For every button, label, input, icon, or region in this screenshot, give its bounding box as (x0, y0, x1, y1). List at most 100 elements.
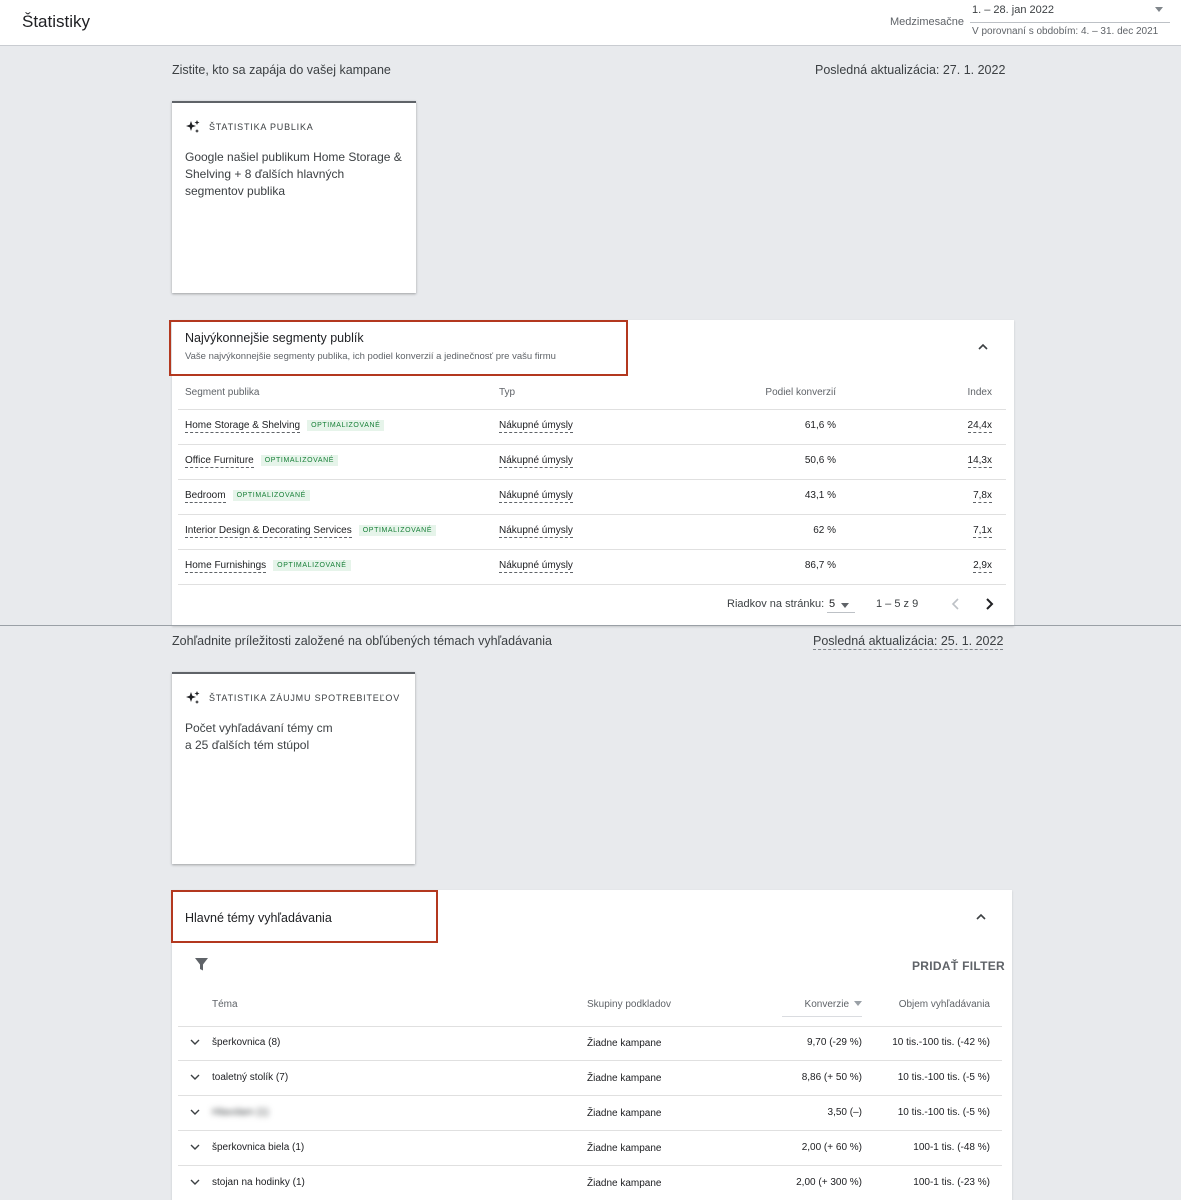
date-range[interactable]: 1. – 28. jan 2022 (972, 4, 1054, 16)
chevron-right-icon[interactable] (984, 598, 994, 610)
card-body: Google našiel publikum Home Storage & Sh… (185, 150, 402, 198)
topic-name[interactable]: šperkovnica (8) (212, 1037, 280, 1048)
conversion-share: 50,6 % (804, 455, 836, 466)
col-header-segment[interactable]: Segment publika (185, 387, 260, 398)
segment-type[interactable]: Nákupné úmysly (499, 560, 573, 573)
add-filter-button[interactable]: PRIDAŤ FILTER (912, 959, 1005, 973)
section-heading-audience: Zistite, kto sa zapája do vašej kampane (172, 63, 391, 77)
row-divider (178, 1026, 1002, 1027)
row-divider (178, 514, 1006, 515)
rows-per-page-label: Riadkov na stránku: (727, 598, 825, 610)
segment-index[interactable]: 7,1x (973, 525, 992, 538)
compare-range: V porovnaní s obdobím: 4. – 31. dec 2021 (972, 26, 1159, 37)
topic-name-blurred[interactable]: Hlavolam (1) (212, 1107, 269, 1118)
segment-link[interactable]: Office Furniture (185, 455, 254, 468)
highlight-box (171, 890, 438, 943)
optimized-badge: OPTIMALIZOVANÉ (273, 560, 351, 571)
chevron-down-icon[interactable] (190, 1038, 200, 1046)
conversion-share: 62 % (813, 525, 836, 536)
segment-link[interactable]: Interior Design & Decorating Services (185, 525, 352, 538)
segment-name[interactable]: Home Furnishings OPTIMALIZOVANÉ (185, 560, 351, 573)
col-header-topic[interactable]: Téma (212, 999, 238, 1010)
conversions-value: 2,00 (+ 60 %) (801, 1142, 862, 1153)
segment-index[interactable]: 2,9x (973, 560, 992, 573)
optimized-badge: OPTIMALIZOVANÉ (358, 525, 437, 536)
segment-type[interactable]: Nákupné úmysly (499, 525, 573, 538)
topic-name[interactable]: šperkovnica biela (1) (212, 1142, 304, 1153)
dropdown-caret-icon[interactable] (1155, 7, 1163, 12)
filter-icon[interactable] (194, 957, 209, 972)
card-kicker: ŠTATISTIKA ZÁUJMU SPOTREBITEĽOV (209, 693, 400, 703)
segment-name[interactable]: Home Storage & Shelving OPTIMALIZOVANÉ (185, 420, 385, 433)
search-volume-value: 10 tis.-100 tis. (-42 %) (892, 1037, 990, 1048)
rows-per-page-value[interactable]: 5 (829, 598, 835, 610)
chevron-down-icon[interactable] (190, 1178, 200, 1186)
search-volume-value: 100-1 tis. (-48 %) (913, 1142, 990, 1153)
last-updated-audience: Posledná aktualizácia: 27. 1. 2022 (815, 63, 1006, 77)
conversion-share: 61,6 % (804, 420, 836, 431)
col-header-type[interactable]: Typ (499, 387, 515, 398)
segment-link[interactable]: Home Furnishings (185, 560, 267, 573)
row-divider (178, 444, 1006, 445)
asset-group: Žiadne kampane (587, 1178, 662, 1189)
card-kicker: ŠTATISTIKA PUBLIKA (209, 122, 314, 132)
topic-name[interactable]: stojan na hodinky (1) (212, 1177, 305, 1188)
chevron-down-icon[interactable] (190, 1073, 200, 1081)
segment-name[interactable]: Interior Design & Decorating Services OPT… (185, 525, 437, 538)
asset-group: Žiadne kampane (587, 1143, 662, 1154)
date-range-underline (970, 22, 1170, 23)
segment-index[interactable]: 7,8x (973, 490, 992, 503)
sparkle-icon (186, 691, 200, 704)
asset-group: Žiadne kampane (587, 1108, 662, 1119)
date-range-picker[interactable]: 1. – 28. jan 2022 V porovnaní s obdobím:… (970, 3, 1170, 43)
chevron-left-icon[interactable] (951, 598, 961, 610)
section-divider (0, 625, 1181, 626)
segment-index[interactable]: 24,4x (967, 420, 992, 433)
optimized-badge: OPTIMALIZOVANÉ (260, 455, 339, 466)
conversions-value: 2,00 (+ 300 %) (796, 1177, 862, 1188)
col-header-conversions[interactable]: Konverzie (782, 999, 862, 1017)
rows-per-page-select[interactable]: 5 (827, 597, 855, 613)
conversion-share: 43,1 % (804, 490, 836, 501)
col-header-asset-groups[interactable]: Skupiny podkladov (587, 999, 671, 1010)
col-header-search-volume[interactable]: Objem vyhľadávania (872, 999, 990, 1010)
last-updated-topics[interactable]: Posledná aktualizácia: 25. 1. 2022 (813, 634, 1004, 650)
conversions-value: 9,70 (-29 %) (806, 1037, 862, 1048)
asset-group: Žiadne kampane (587, 1038, 662, 1049)
col-header-index[interactable]: Index (892, 387, 992, 398)
search-volume-value: 10 tis.-100 tis. (-5 %) (897, 1107, 990, 1118)
topic-name[interactable]: toaletný stolík (7) (212, 1072, 288, 1083)
segment-type[interactable]: Nákupné úmysly (499, 490, 573, 503)
sparkle-icon (186, 120, 200, 133)
audience-insight-card[interactable]: ŠTATISTIKA PUBLIKA Google našiel publiku… (172, 101, 416, 293)
chevron-up-icon[interactable] (978, 342, 988, 352)
segment-index[interactable]: 14,3x (967, 455, 992, 468)
conversion-share: 86,7 % (804, 560, 836, 571)
row-divider (178, 1130, 1002, 1131)
segment-name[interactable]: Office Furniture OPTIMALIZOVANÉ (185, 455, 339, 468)
row-divider (178, 584, 1006, 585)
search-volume-value: 100-1 tis. (-23 %) (913, 1177, 990, 1188)
card-body-line2: a 25 ďalších tém stúpol (185, 738, 310, 752)
segment-name[interactable]: Bedroom OPTIMALIZOVANÉ (185, 490, 310, 503)
segment-type[interactable]: Nákupné úmysly (499, 420, 573, 433)
row-divider (178, 1095, 1002, 1096)
col-header-conversions-label[interactable]: Konverzie (805, 999, 849, 1010)
period-label: Medzimesačne (890, 16, 964, 28)
chevron-up-icon[interactable] (976, 912, 986, 922)
row-divider (178, 1165, 1002, 1166)
sort-down-icon[interactable] (854, 1001, 862, 1006)
dropdown-caret-icon[interactable] (841, 603, 849, 608)
chevron-down-icon[interactable] (190, 1108, 200, 1116)
page-title: Štatistiky (22, 12, 91, 31)
row-divider (178, 479, 1006, 480)
consumer-interest-card[interactable]: ŠTATISTIKA ZÁUJMU SPOTREBITEĽOV Počet vy… (172, 672, 415, 864)
row-divider (178, 1060, 1002, 1061)
segment-link[interactable]: Home Storage & Shelving (185, 420, 301, 433)
search-volume-value: 10 tis.-100 tis. (-5 %) (897, 1072, 990, 1083)
segment-link[interactable]: Bedroom (185, 490, 226, 503)
chevron-down-icon[interactable] (190, 1143, 200, 1151)
col-header-share[interactable]: Podiel konverzií (736, 387, 836, 398)
row-divider (178, 409, 1006, 410)
segment-type[interactable]: Nákupné úmysly (499, 455, 573, 468)
